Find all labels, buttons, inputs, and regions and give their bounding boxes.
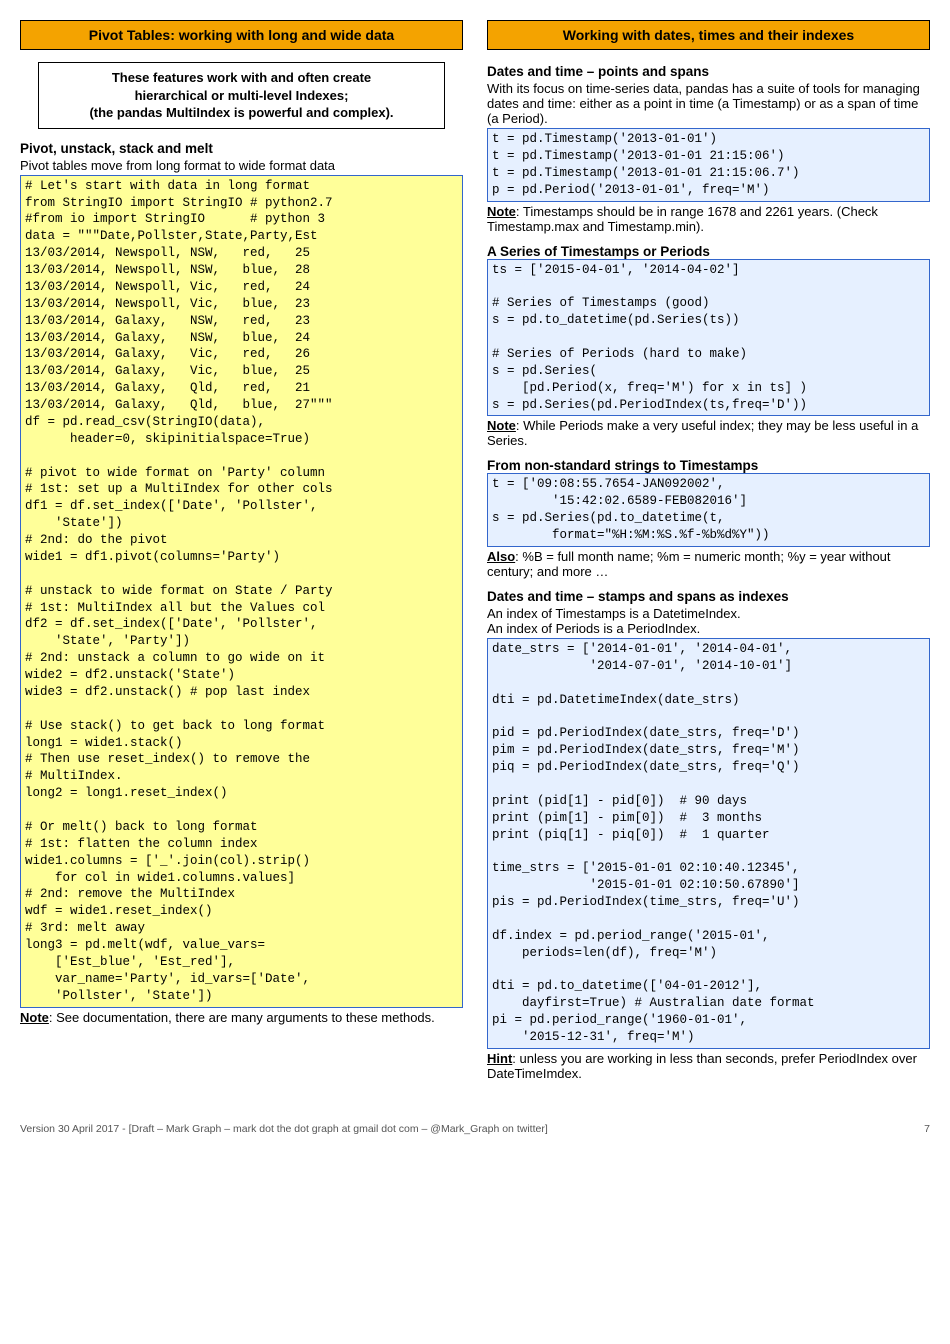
sec-series-title: A Series of Timestamps or Periods xyxy=(487,244,930,259)
note-label: Note xyxy=(487,204,516,219)
note-series: Note: While Periods make a very useful i… xyxy=(487,418,930,448)
note-nonstd: Also: %B = full month name; %m = numeric… xyxy=(487,549,930,579)
hint-label: Hint xyxy=(487,1051,512,1066)
code-timestamp: t = pd.Timestamp('2013-01-01') t = pd.Ti… xyxy=(487,128,930,202)
footer-right: 7 xyxy=(924,1123,930,1135)
right-column: Working with dates, times and their inde… xyxy=(487,20,930,1083)
left-header: Pivot Tables: working with long and wide… xyxy=(20,20,463,50)
sec-dates-title: Dates and time – points and spans xyxy=(487,64,930,79)
code-pivot: # Let's start with data in long format f… xyxy=(20,175,463,1008)
left-column: Pivot Tables: working with long and wide… xyxy=(20,20,463,1083)
note-text: : While Periods make a very useful index… xyxy=(487,418,918,448)
footer-left: Version 30 April 2017 - [Draft – Mark Gr… xyxy=(20,1123,548,1135)
code-indexes: date_strs = ['2014-01-01', '2014-04-01',… xyxy=(487,638,930,1049)
note-text: : Timestamps should be in range 1678 and… xyxy=(487,204,878,234)
note-label: Note xyxy=(20,1010,49,1025)
sec-indexes-intro: An index of Timestamps is a DatetimeInde… xyxy=(487,606,930,636)
sec-pivot-title: Pivot, unstack, stack and melt xyxy=(20,141,463,156)
note-label: Note xyxy=(487,418,516,433)
sec-pivot-intro: Pivot tables move from long format to wi… xyxy=(20,158,463,173)
note-timestamp: Note: Timestamps should be in range 1678… xyxy=(487,204,930,234)
code-series: ts = ['2015-04-01', '2014-04-02'] # Seri… xyxy=(487,259,930,417)
note-pivot: Note: See documentation, there are many … xyxy=(20,1010,463,1025)
sec-nonstd-title: From non-standard strings to Timestamps xyxy=(487,458,930,473)
code-nonstd: t = ['09:08:55.7654-JAN092002', '15:42:0… xyxy=(487,473,930,547)
sec-dates-intro: With its focus on time-series data, pand… xyxy=(487,81,930,126)
also-label: Also xyxy=(487,549,515,564)
note-text: : See documentation, there are many argu… xyxy=(49,1010,435,1025)
sec-indexes-title: Dates and time – stamps and spans as ind… xyxy=(487,589,930,604)
right-header: Working with dates, times and their inde… xyxy=(487,20,930,50)
callout-box: These features work with and often creat… xyxy=(38,62,446,129)
hint-text: : unless you are working in less than se… xyxy=(487,1051,917,1081)
page-footer: Version 30 April 2017 - [Draft – Mark Gr… xyxy=(20,1123,930,1135)
note-indexes: Hint: unless you are working in less tha… xyxy=(487,1051,930,1081)
also-text: : %B = full month name; %m = numeric mon… xyxy=(487,549,891,579)
